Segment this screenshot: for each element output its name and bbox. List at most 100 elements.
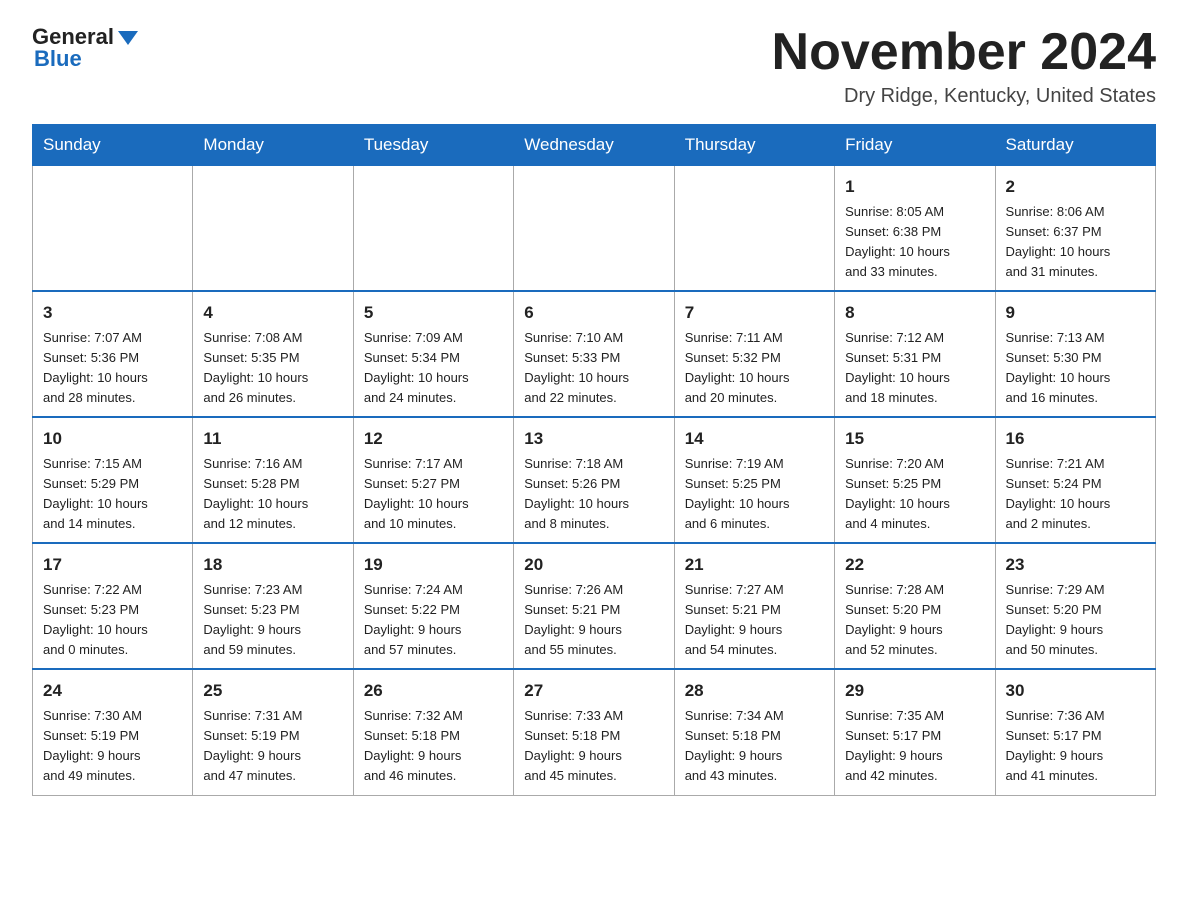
calendar-table: SundayMondayTuesdayWednesdayThursdayFrid… [32, 124, 1156, 795]
calendar-cell: 19Sunrise: 7:24 AM Sunset: 5:22 PM Dayli… [353, 543, 513, 669]
day-number: 27 [524, 678, 663, 704]
day-info: Sunrise: 7:28 AM Sunset: 5:20 PM Dayligh… [845, 580, 984, 661]
day-info: Sunrise: 7:34 AM Sunset: 5:18 PM Dayligh… [685, 706, 824, 787]
day-number: 28 [685, 678, 824, 704]
day-number: 7 [685, 300, 824, 326]
calendar-cell: 9Sunrise: 7:13 AM Sunset: 5:30 PM Daylig… [995, 291, 1155, 417]
calendar-week-row: 24Sunrise: 7:30 AM Sunset: 5:19 PM Dayli… [33, 669, 1156, 795]
day-number: 22 [845, 552, 984, 578]
calendar-cell: 7Sunrise: 7:11 AM Sunset: 5:32 PM Daylig… [674, 291, 834, 417]
calendar-cell [193, 166, 353, 292]
day-number: 3 [43, 300, 182, 326]
day-number: 4 [203, 300, 342, 326]
day-info: Sunrise: 7:11 AM Sunset: 5:32 PM Dayligh… [685, 328, 824, 409]
day-info: Sunrise: 7:08 AM Sunset: 5:35 PM Dayligh… [203, 328, 342, 409]
day-number: 18 [203, 552, 342, 578]
day-of-week-header: Wednesday [514, 125, 674, 166]
day-number: 1 [845, 174, 984, 200]
calendar-cell: 22Sunrise: 7:28 AM Sunset: 5:20 PM Dayli… [835, 543, 995, 669]
calendar-cell: 8Sunrise: 7:12 AM Sunset: 5:31 PM Daylig… [835, 291, 995, 417]
day-number: 12 [364, 426, 503, 452]
calendar-cell: 6Sunrise: 7:10 AM Sunset: 5:33 PM Daylig… [514, 291, 674, 417]
day-info: Sunrise: 7:35 AM Sunset: 5:17 PM Dayligh… [845, 706, 984, 787]
calendar-header-row: SundayMondayTuesdayWednesdayThursdayFrid… [33, 125, 1156, 166]
day-number: 5 [364, 300, 503, 326]
calendar-cell: 11Sunrise: 7:16 AM Sunset: 5:28 PM Dayli… [193, 417, 353, 543]
calendar-cell: 15Sunrise: 7:20 AM Sunset: 5:25 PM Dayli… [835, 417, 995, 543]
location: Dry Ridge, Kentucky, United States [772, 85, 1156, 108]
day-info: Sunrise: 7:19 AM Sunset: 5:25 PM Dayligh… [685, 454, 824, 535]
day-of-week-header: Tuesday [353, 125, 513, 166]
month-title: November 2024 [772, 24, 1156, 81]
day-number: 24 [43, 678, 182, 704]
calendar-cell: 18Sunrise: 7:23 AM Sunset: 5:23 PM Dayli… [193, 543, 353, 669]
calendar-cell: 13Sunrise: 7:18 AM Sunset: 5:26 PM Dayli… [514, 417, 674, 543]
day-number: 17 [43, 552, 182, 578]
day-info: Sunrise: 7:33 AM Sunset: 5:18 PM Dayligh… [524, 706, 663, 787]
calendar-cell: 16Sunrise: 7:21 AM Sunset: 5:24 PM Dayli… [995, 417, 1155, 543]
day-info: Sunrise: 7:26 AM Sunset: 5:21 PM Dayligh… [524, 580, 663, 661]
day-number: 10 [43, 426, 182, 452]
day-info: Sunrise: 7:27 AM Sunset: 5:21 PM Dayligh… [685, 580, 824, 661]
calendar-cell: 30Sunrise: 7:36 AM Sunset: 5:17 PM Dayli… [995, 669, 1155, 795]
day-info: Sunrise: 7:16 AM Sunset: 5:28 PM Dayligh… [203, 454, 342, 535]
calendar-cell: 21Sunrise: 7:27 AM Sunset: 5:21 PM Dayli… [674, 543, 834, 669]
day-of-week-header: Sunday [33, 125, 193, 166]
calendar-week-row: 3Sunrise: 7:07 AM Sunset: 5:36 PM Daylig… [33, 291, 1156, 417]
day-info: Sunrise: 7:30 AM Sunset: 5:19 PM Dayligh… [43, 706, 182, 787]
calendar-week-row: 10Sunrise: 7:15 AM Sunset: 5:29 PM Dayli… [33, 417, 1156, 543]
day-info: Sunrise: 7:09 AM Sunset: 5:34 PM Dayligh… [364, 328, 503, 409]
day-of-week-header: Saturday [995, 125, 1155, 166]
day-number: 6 [524, 300, 663, 326]
calendar-cell [353, 166, 513, 292]
day-number: 14 [685, 426, 824, 452]
day-info: Sunrise: 7:12 AM Sunset: 5:31 PM Dayligh… [845, 328, 984, 409]
day-info: Sunrise: 7:20 AM Sunset: 5:25 PM Dayligh… [845, 454, 984, 535]
day-info: Sunrise: 7:13 AM Sunset: 5:30 PM Dayligh… [1006, 328, 1145, 409]
day-number: 16 [1006, 426, 1145, 452]
calendar-cell [674, 166, 834, 292]
calendar-cell: 20Sunrise: 7:26 AM Sunset: 5:21 PM Dayli… [514, 543, 674, 669]
calendar-cell: 4Sunrise: 7:08 AM Sunset: 5:35 PM Daylig… [193, 291, 353, 417]
day-number: 2 [1006, 174, 1145, 200]
day-number: 9 [1006, 300, 1145, 326]
day-number: 15 [845, 426, 984, 452]
calendar-cell [33, 166, 193, 292]
day-number: 8 [845, 300, 984, 326]
calendar-cell: 29Sunrise: 7:35 AM Sunset: 5:17 PM Dayli… [835, 669, 995, 795]
day-number: 13 [524, 426, 663, 452]
calendar-cell: 5Sunrise: 7:09 AM Sunset: 5:34 PM Daylig… [353, 291, 513, 417]
day-info: Sunrise: 8:06 AM Sunset: 6:37 PM Dayligh… [1006, 202, 1145, 283]
calendar-cell: 23Sunrise: 7:29 AM Sunset: 5:20 PM Dayli… [995, 543, 1155, 669]
day-info: Sunrise: 8:05 AM Sunset: 6:38 PM Dayligh… [845, 202, 984, 283]
day-info: Sunrise: 7:32 AM Sunset: 5:18 PM Dayligh… [364, 706, 503, 787]
day-of-week-header: Thursday [674, 125, 834, 166]
day-info: Sunrise: 7:22 AM Sunset: 5:23 PM Dayligh… [43, 580, 182, 661]
calendar-cell: 10Sunrise: 7:15 AM Sunset: 5:29 PM Dayli… [33, 417, 193, 543]
calendar-cell: 1Sunrise: 8:05 AM Sunset: 6:38 PM Daylig… [835, 166, 995, 292]
day-number: 29 [845, 678, 984, 704]
day-number: 20 [524, 552, 663, 578]
calendar-cell: 28Sunrise: 7:34 AM Sunset: 5:18 PM Dayli… [674, 669, 834, 795]
page-header: General Blue November 2024 Dry Ridge, Ke… [32, 24, 1156, 108]
day-info: Sunrise: 7:15 AM Sunset: 5:29 PM Dayligh… [43, 454, 182, 535]
day-number: 23 [1006, 552, 1145, 578]
logo-blue-text: Blue [32, 46, 82, 72]
calendar-cell: 12Sunrise: 7:17 AM Sunset: 5:27 PM Dayli… [353, 417, 513, 543]
day-info: Sunrise: 7:21 AM Sunset: 5:24 PM Dayligh… [1006, 454, 1145, 535]
day-number: 26 [364, 678, 503, 704]
day-info: Sunrise: 7:07 AM Sunset: 5:36 PM Dayligh… [43, 328, 182, 409]
calendar-cell: 3Sunrise: 7:07 AM Sunset: 5:36 PM Daylig… [33, 291, 193, 417]
day-info: Sunrise: 7:36 AM Sunset: 5:17 PM Dayligh… [1006, 706, 1145, 787]
day-info: Sunrise: 7:10 AM Sunset: 5:33 PM Dayligh… [524, 328, 663, 409]
title-block: November 2024 Dry Ridge, Kentucky, Unite… [772, 24, 1156, 108]
day-info: Sunrise: 7:29 AM Sunset: 5:20 PM Dayligh… [1006, 580, 1145, 661]
day-info: Sunrise: 7:23 AM Sunset: 5:23 PM Dayligh… [203, 580, 342, 661]
day-number: 19 [364, 552, 503, 578]
calendar-cell: 14Sunrise: 7:19 AM Sunset: 5:25 PM Dayli… [674, 417, 834, 543]
logo: General Blue [32, 24, 138, 72]
day-info: Sunrise: 7:31 AM Sunset: 5:19 PM Dayligh… [203, 706, 342, 787]
day-of-week-header: Monday [193, 125, 353, 166]
day-number: 30 [1006, 678, 1145, 704]
calendar-cell: 27Sunrise: 7:33 AM Sunset: 5:18 PM Dayli… [514, 669, 674, 795]
